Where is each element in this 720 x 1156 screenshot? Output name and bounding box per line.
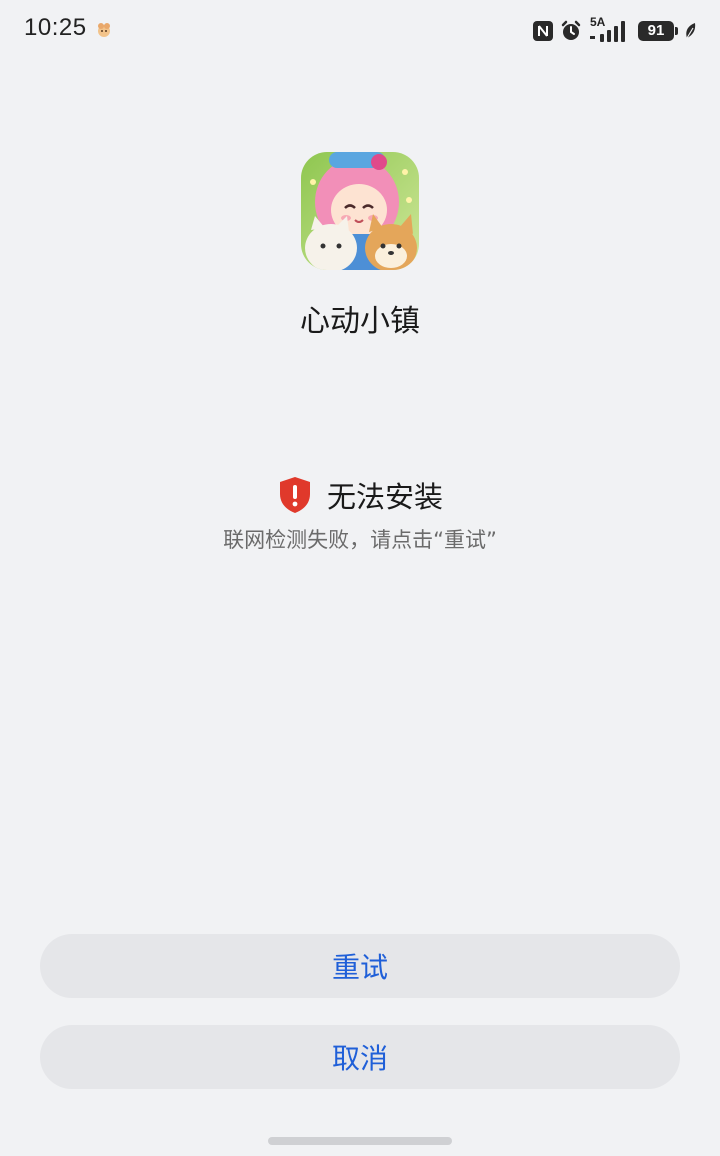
error-header: 无法安装 [0, 474, 720, 516]
battery-icon: 91 [638, 21, 678, 41]
nfc-icon [533, 21, 553, 41]
status-bar: 10:25 5A 91 [0, 0, 720, 62]
alarm-icon [561, 20, 581, 40]
signal-icon: 5A [588, 15, 632, 44]
app-notification-icon [98, 23, 110, 37]
app-icon [301, 152, 419, 270]
app-name: 心动小镇 [300, 304, 420, 339]
status-time: 10:25 [24, 14, 87, 41]
error-description: 联网检测失败，请点击“重试” [223, 528, 497, 552]
error-title: 无法安装 [326, 480, 443, 514]
shield-alert-icon [279, 477, 310, 513]
cancel-button[interactable]: 取消 [40, 1025, 680, 1089]
status-icons: 5A 91 [532, 15, 698, 45]
home-indicator[interactable] [268, 1137, 452, 1145]
leaf-icon [686, 23, 696, 39]
battery-level: 91 [647, 22, 665, 39]
retry-button[interactable]: 重试 [40, 934, 680, 998]
